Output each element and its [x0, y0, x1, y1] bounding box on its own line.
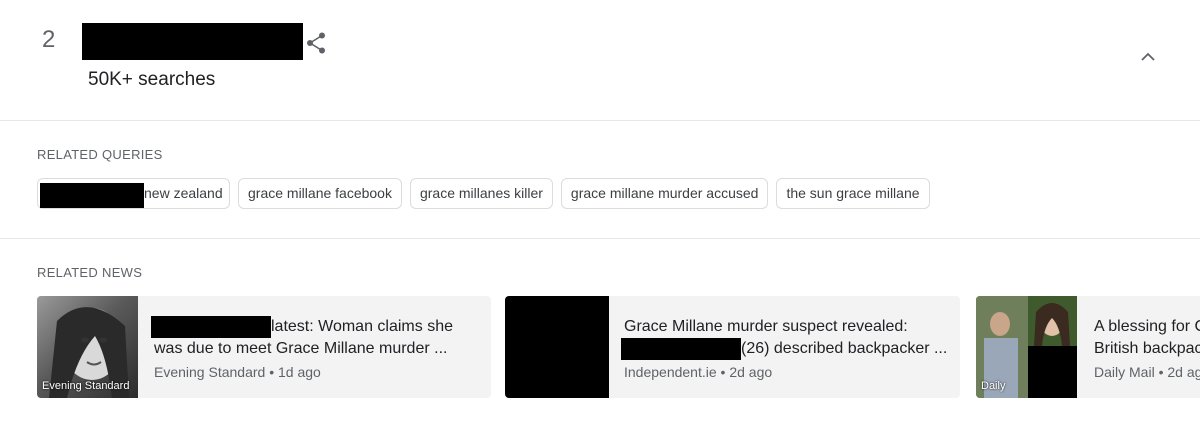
query-chip-label: grace millane facebook	[248, 185, 392, 201]
redacted-news-thumbnail	[505, 296, 609, 398]
query-chip[interactable]: grace millanes killer	[409, 178, 553, 209]
news-thumbnail: Evening Standard	[37, 296, 138, 398]
news-meta: Independent.ie • 2d ago	[624, 364, 773, 380]
news-card[interactable]: Evening Standard latest: Woman claims sh…	[37, 296, 491, 398]
section-divider	[0, 238, 1200, 239]
query-chip[interactable]: the sun grace millane	[776, 178, 930, 209]
trend-header: 2 50K+ searches	[0, 0, 1200, 120]
news-card-text: Grace Millane murder suspect revealed: (…	[621, 316, 948, 383]
thumbnail-source-label: Evening Standard	[42, 380, 130, 392]
related-queries-heading: RELATED QUERIES	[37, 147, 163, 162]
chevron-up-icon[interactable]	[1139, 50, 1157, 64]
redacted-headline-text	[151, 316, 271, 338]
news-headline[interactable]: A blessing for C	[1094, 316, 1200, 338]
related-queries-list: new zealand grace millane facebook grace…	[37, 178, 930, 209]
news-headline[interactable]: Grace Millane murder suspect revealed:	[624, 316, 947, 338]
headline-line-2-text: (26) described backpacker ...	[741, 340, 948, 357]
news-card-text: latest: Woman claims she was due to meet…	[151, 316, 453, 383]
redacted-headline-text	[621, 338, 741, 360]
news-card-text: A blessing for C British backpac Daily M…	[1094, 316, 1200, 383]
news-meta: Daily Mail • 2d ag	[1094, 364, 1200, 380]
share-icon[interactable]	[305, 31, 327, 55]
news-card[interactable]: Grace Millane murder suspect revealed: (…	[505, 296, 960, 398]
headline-line-2: was due to meet Grace Millane murder ...	[154, 340, 448, 357]
trend-rank: 2	[42, 26, 56, 53]
redacted-query-text	[40, 183, 144, 208]
search-volume: 50K+ searches	[88, 69, 216, 90]
news-headline[interactable]: latest: Woman claims she	[151, 316, 453, 338]
news-thumbnail: Daily	[976, 296, 1077, 398]
headline-line-1: latest: Woman claims she	[271, 318, 453, 335]
news-meta: Evening Standard • 1d ago	[154, 364, 321, 380]
thumbnail-source-label: Daily	[981, 380, 1006, 392]
query-chip[interactable]: new zealand	[37, 178, 230, 209]
query-chip[interactable]: grace millane murder accused	[560, 178, 769, 209]
query-chip-label: grace millanes killer	[419, 185, 543, 201]
query-chip-label: the sun grace millane	[786, 185, 920, 201]
redacted-trend-title	[82, 23, 303, 60]
headline-line-2: (26) described backpacker ...	[621, 338, 948, 360]
headline-line-2: British backpac	[1094, 340, 1200, 357]
related-news-heading: RELATED NEWS	[37, 265, 143, 280]
news-card[interactable]: Daily A blessing for C British backpac D…	[976, 296, 1200, 398]
section-divider	[0, 120, 1200, 121]
query-chip-label: new zealand	[144, 185, 223, 201]
query-chip-label: grace millane murder accused	[570, 185, 759, 201]
query-chip[interactable]: grace millane facebook	[238, 178, 402, 209]
